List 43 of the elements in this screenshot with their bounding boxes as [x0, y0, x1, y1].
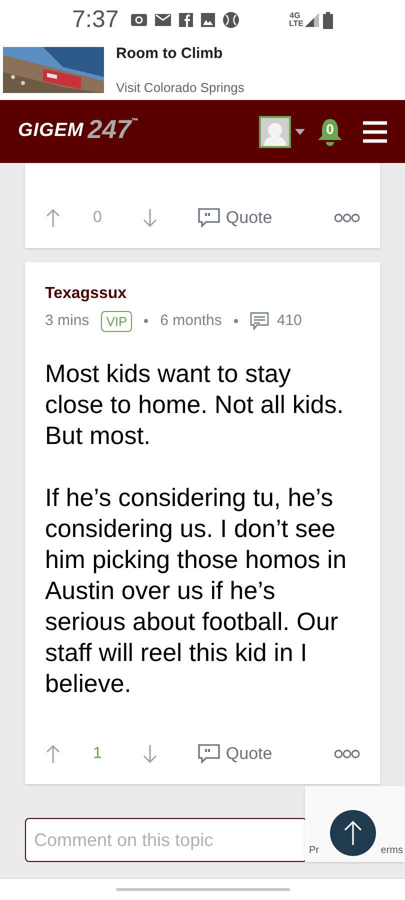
- quote-bubble-icon: [198, 744, 220, 764]
- avatar-button[interactable]: [259, 116, 291, 148]
- menu-icon[interactable]: [363, 120, 387, 142]
- quote-button[interactable]: Quote: [198, 740, 272, 766]
- ad-sponsor: Visit Colorado Springs: [116, 78, 244, 97]
- caret-icon[interactable]: [295, 128, 305, 134]
- post-time: 3 mins: [45, 311, 90, 331]
- comment-field[interactable]: Comment on this topic: [25, 818, 307, 862]
- image-icon: [200, 13, 215, 27]
- vote-count: 0: [93, 208, 102, 228]
- quote-bubble-icon: [198, 208, 220, 228]
- camera-icon: [130, 13, 147, 27]
- status-time: 7:37: [72, 5, 119, 35]
- vote-count: 1: [93, 744, 102, 764]
- signal-icon: [305, 13, 319, 27]
- post-count: 410: [276, 311, 302, 331]
- member-duration: 6 months: [160, 311, 222, 331]
- post-paragraph: If he’s considering tu, he’s considering us. I don’t see him picking those homos in Austin over us if he’s serious about football. Our staff will reel this kid in I believe.: [45, 482, 348, 700]
- bell-icon: [317, 116, 343, 146]
- ad-title: Room to Climb: [116, 44, 224, 64]
- recaptcha-privacy-link[interactable]: Pr: [309, 843, 319, 858]
- dot-separator-icon: [234, 319, 238, 324]
- upvote-icon[interactable]: [45, 208, 61, 228]
- recaptcha-terms-link[interactable]: erms: [380, 843, 403, 858]
- downvote-icon[interactable]: [142, 208, 158, 228]
- post-author[interactable]: Texagssux: [45, 282, 360, 306]
- user-silhouette-icon: [264, 122, 286, 146]
- downvote-icon[interactable]: [142, 744, 158, 764]
- up-arrow-icon: [344, 820, 362, 846]
- upvote-icon[interactable]: [45, 744, 61, 764]
- more-options-icon[interactable]: [334, 213, 360, 223]
- comment-icon: [250, 312, 269, 330]
- quote-button[interactable]: Quote: [198, 205, 272, 231]
- mail-icon: [154, 14, 171, 26]
- notification-count: 0: [326, 120, 334, 139]
- ball-icon: [222, 12, 239, 28]
- more-options-icon[interactable]: [334, 748, 360, 758]
- post-paragraph: Most kids want to stay close to home. Not all kids. But most.: [45, 358, 345, 452]
- facebook-icon: [178, 13, 193, 27]
- dot-separator-icon: [144, 319, 148, 324]
- network-label: 4G LTE: [289, 12, 301, 28]
- vip-badge: VIP: [101, 310, 132, 332]
- battery-icon: [323, 12, 333, 28]
